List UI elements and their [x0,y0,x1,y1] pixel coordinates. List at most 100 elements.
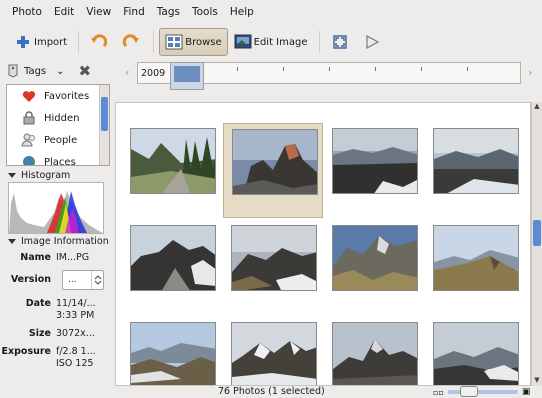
photo-thumbnail[interactable] [425,123,525,218]
edit-image-button[interactable]: Edit Image [228,28,314,56]
plus-icon [14,33,32,51]
menu-edit[interactable]: Edit [48,6,80,18]
edit-image-icon [234,33,252,51]
image-info-label: Image Information [21,236,109,247]
fullscreen-icon [331,33,349,51]
slideshow-button[interactable] [357,28,389,56]
tag-item-people[interactable]: People [7,129,109,151]
photo-image [332,322,418,385]
tag-item-label: Hidden [44,112,80,124]
timeline-tick [237,67,238,71]
toolbar-separator [153,31,155,53]
info-label: Size [28,328,51,339]
rotate-left-icon [90,33,108,51]
expander-icon [8,239,16,244]
browse-label: Browse [185,36,222,48]
rotate-left-button[interactable] [84,28,116,56]
info-date-row: Date 11/14/... 3:33 PM [0,298,112,322]
photo-thumbnail[interactable] [425,317,525,385]
browse-button[interactable]: Browse [159,28,228,56]
photo-image [433,322,519,385]
scroll-down-icon[interactable]: ▼ [532,376,542,386]
info-exposure-row: Exposure f/2.8 1... ISO 125 [0,346,112,370]
info-label: Exposure [1,346,52,357]
spin-arrows-icon [91,271,103,289]
scrollbar-thumb[interactable] [533,220,541,246]
timeline-selection-window[interactable] [170,62,204,90]
info-label: Date [25,298,51,309]
menubar: Photo Edit View Find Tags Tools Help [0,0,542,24]
photo-thumbnail[interactable] [324,220,424,315]
photo-thumbnail-selected[interactable] [223,123,323,218]
tag-item-label: People [44,134,78,146]
image-info-header[interactable]: Image Information [8,236,109,247]
menu-tools[interactable]: Tools [186,6,224,18]
edit-image-label: Edit Image [253,36,308,48]
tag-item-places[interactable]: Places [7,151,109,166]
timeline-tick [467,67,468,71]
menu-photo[interactable]: Photo [6,6,48,18]
menu-find[interactable]: Find [117,6,151,18]
menu-view[interactable]: View [80,6,117,18]
toolbar-separator [78,31,80,53]
photo-image [232,129,318,195]
toolbar-separator [318,31,320,53]
import-button[interactable]: Import [8,28,73,56]
photo-image [231,225,317,291]
version-value: ... [68,275,77,285]
photo-image [332,225,418,291]
info-size-row: Size 3072x... [0,328,112,340]
zoom-in-icon[interactable]: ▣ [522,387,531,397]
zoom-out-icon[interactable]: ▫▫ [433,388,444,397]
info-label: Version [10,274,51,285]
toolbar: Import Browse Edit Image [0,26,542,58]
photo-thumbnail[interactable] [324,123,424,218]
zoom-slider-knob[interactable] [459,386,478,397]
rotate-right-button[interactable] [116,28,148,56]
timeline-next-icon[interactable]: › [528,66,532,79]
zoom-slider[interactable] [447,386,518,397]
statusbar: 76 Photos (1 selected) ▫▫ ▣ [0,386,542,398]
photo-thumbnail[interactable] [122,220,222,315]
photo-thumbnail[interactable] [122,123,222,218]
fullscreen-button[interactable] [325,28,357,56]
info-value: ISO 125 [56,358,94,369]
histogram-header[interactable]: Histogram [8,170,70,181]
browser-scrollbar[interactable]: ▲ ▼ [531,102,542,386]
photo-image [130,128,216,194]
info-label: Name [20,252,51,263]
photo-thumbnail[interactable] [223,317,323,385]
photo-thumbnail[interactable] [223,220,323,315]
histogram-label: Histogram [21,170,71,181]
photo-thumbnail[interactable] [324,317,424,385]
expander-icon [8,173,16,178]
sidebar: Tags ⌄ ✖ Favorites Hidden People Places … [0,58,112,388]
tag-item-label: Places [44,156,76,166]
zoom-control: ▫▫ ▣ [433,386,542,398]
timeline: ‹ 2009 › [123,58,542,94]
photo-browser [115,102,531,386]
photo-thumbnail[interactable] [122,317,222,385]
tag-list: Favorites Hidden People Places [6,84,110,166]
scroll-up-icon[interactable]: ▲ [532,102,542,112]
tag-item-hidden[interactable]: Hidden [7,107,109,129]
photo-thumbnail[interactable] [425,220,525,315]
browse-grid-icon [165,33,183,51]
close-icon[interactable]: ✖ [79,62,92,80]
timeline-year: 2009 [141,68,166,79]
heart-icon [21,88,37,104]
menu-tags[interactable]: Tags [151,6,186,18]
info-value: IM...PG [56,252,90,263]
timeline-prev-icon[interactable]: ‹ [125,66,129,79]
info-value-group: f/2.8 1... ISO 125 [56,346,112,370]
menu-help[interactable]: Help [224,6,260,18]
info-value: 11/14/... [56,298,96,309]
timeline-tick [329,67,330,71]
tag-item-favorites[interactable]: Favorites [7,85,109,107]
tags-label: Tags [24,65,47,77]
timeline-tick [421,67,422,71]
photo-image [433,225,519,291]
tags-dropdown-icon[interactable]: ⌄ [56,66,64,77]
version-combo[interactable]: ... [62,270,104,290]
tag-list-scrollbar[interactable] [99,85,109,165]
